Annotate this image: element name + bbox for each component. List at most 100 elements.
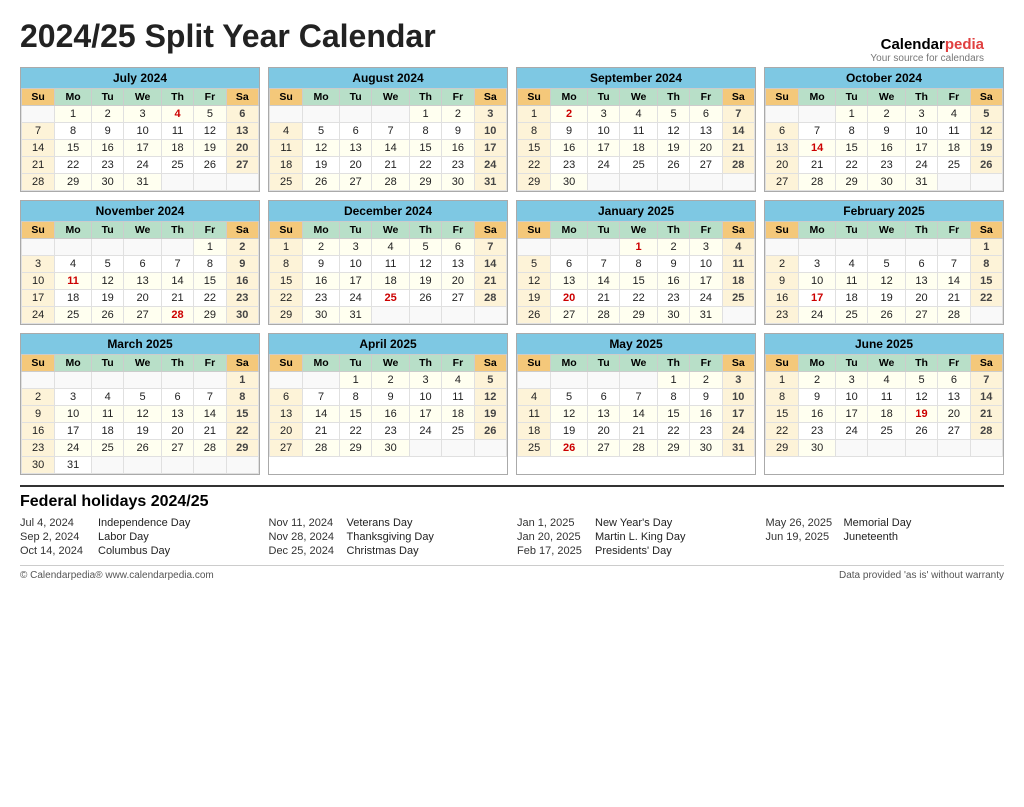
day-cell: 25 <box>55 307 92 324</box>
day-cell: 20 <box>905 290 937 307</box>
day-cell <box>194 372 226 389</box>
day-cell <box>194 457 226 474</box>
week-row: 3031 <box>22 457 259 474</box>
day-header-su: Su <box>766 222 799 239</box>
day-header-su: Su <box>22 89 55 106</box>
day-cell: 13 <box>551 273 588 290</box>
holiday-date: Feb 17, 2025 <box>517 545 589 557</box>
day-cell: 1 <box>194 239 226 256</box>
day-cell <box>551 239 588 256</box>
day-cell: 12 <box>518 273 551 290</box>
day-cell <box>372 307 410 324</box>
day-cell: 6 <box>339 123 371 140</box>
day-cell <box>518 372 551 389</box>
day-cell: 18 <box>722 273 754 290</box>
day-header-tu: Tu <box>91 89 123 106</box>
day-cell: 12 <box>551 406 588 423</box>
day-cell: 12 <box>657 123 689 140</box>
day-header-we: We <box>372 355 410 372</box>
day-header-th: Th <box>657 355 689 372</box>
day-cell <box>970 440 1002 457</box>
week-row: 19202122232425 <box>518 290 755 307</box>
week-row: 24252627282930 <box>22 307 259 324</box>
day-header-we: We <box>868 222 906 239</box>
day-cell <box>55 372 92 389</box>
day-cell: 21 <box>587 290 619 307</box>
day-cell: 22 <box>409 157 441 174</box>
day-cell: 15 <box>970 273 1002 290</box>
day-header-fr: Fr <box>938 222 970 239</box>
day-cell: 22 <box>270 290 303 307</box>
day-header-th: Th <box>161 222 193 239</box>
day-cell: 27 <box>938 423 970 440</box>
day-header-tu: Tu <box>835 89 867 106</box>
day-cell: 28 <box>938 307 970 324</box>
day-cell <box>938 440 970 457</box>
day-cell: 30 <box>22 457 55 474</box>
day-header-th: Th <box>905 355 937 372</box>
calendars-grid: July 2024SuMoTuWeThFrSa12345678910111213… <box>20 67 1004 475</box>
day-cell: 4 <box>868 372 906 389</box>
week-row: 232425262728 <box>766 307 1003 324</box>
week-row: 1234 <box>518 239 755 256</box>
day-cell: 18 <box>518 423 551 440</box>
week-row: 20212223242526 <box>766 157 1003 174</box>
day-cell: 10 <box>587 123 619 140</box>
day-cell <box>474 440 506 457</box>
day-cell <box>620 174 658 191</box>
day-cell: 29 <box>409 174 441 191</box>
day-cell: 17 <box>587 140 619 157</box>
day-cell: 16 <box>303 273 340 290</box>
day-cell: 2 <box>372 372 410 389</box>
day-cell: 15 <box>620 273 658 290</box>
day-cell <box>551 372 588 389</box>
day-cell: 17 <box>690 273 722 290</box>
day-cell: 27 <box>690 157 722 174</box>
holiday-date: Sep 2, 2024 <box>20 531 92 543</box>
day-cell: 14 <box>474 256 506 273</box>
day-cell: 2 <box>303 239 340 256</box>
day-cell: 11 <box>518 406 551 423</box>
day-cell <box>303 106 340 123</box>
day-cell: 20 <box>124 290 162 307</box>
day-cell: 9 <box>22 406 55 423</box>
day-header-su: Su <box>270 222 303 239</box>
day-cell: 9 <box>799 389 836 406</box>
day-cell: 17 <box>22 290 55 307</box>
day-cell: 11 <box>55 273 92 290</box>
day-header-mo: Mo <box>303 355 340 372</box>
day-header-th: Th <box>409 89 441 106</box>
day-cell: 12 <box>970 123 1002 140</box>
day-cell: 19 <box>194 140 226 157</box>
day-cell: 6 <box>905 256 937 273</box>
day-cell: 25 <box>938 157 970 174</box>
week-row: 27282930 <box>270 440 507 457</box>
day-header-su: Su <box>22 222 55 239</box>
day-cell: 6 <box>124 256 162 273</box>
day-cell: 5 <box>303 123 340 140</box>
day-cell: 16 <box>766 290 799 307</box>
day-cell: 31 <box>474 174 506 191</box>
day-cell: 30 <box>91 174 123 191</box>
day-cell: 28 <box>587 307 619 324</box>
day-cell: 7 <box>22 123 55 140</box>
day-cell: 20 <box>690 140 722 157</box>
day-cell: 7 <box>620 389 658 406</box>
day-cell: 8 <box>226 389 258 406</box>
day-cell: 12 <box>303 140 340 157</box>
day-cell: 17 <box>409 406 441 423</box>
day-cell: 26 <box>551 440 588 457</box>
holiday-name: Juneteenth <box>844 531 898 543</box>
day-cell: 27 <box>551 307 588 324</box>
day-cell: 20 <box>339 157 371 174</box>
week-row: 17181920212223 <box>22 290 259 307</box>
day-cell: 2 <box>868 106 906 123</box>
holiday-name: Independence Day <box>98 517 190 529</box>
day-cell <box>161 239 193 256</box>
day-cell: 21 <box>303 423 340 440</box>
day-header-we: We <box>620 89 658 106</box>
week-row: 123 <box>518 372 755 389</box>
holiday-name: Thanksgiving Day <box>347 531 434 543</box>
day-cell: 25 <box>91 440 123 457</box>
day-cell: 14 <box>938 273 970 290</box>
